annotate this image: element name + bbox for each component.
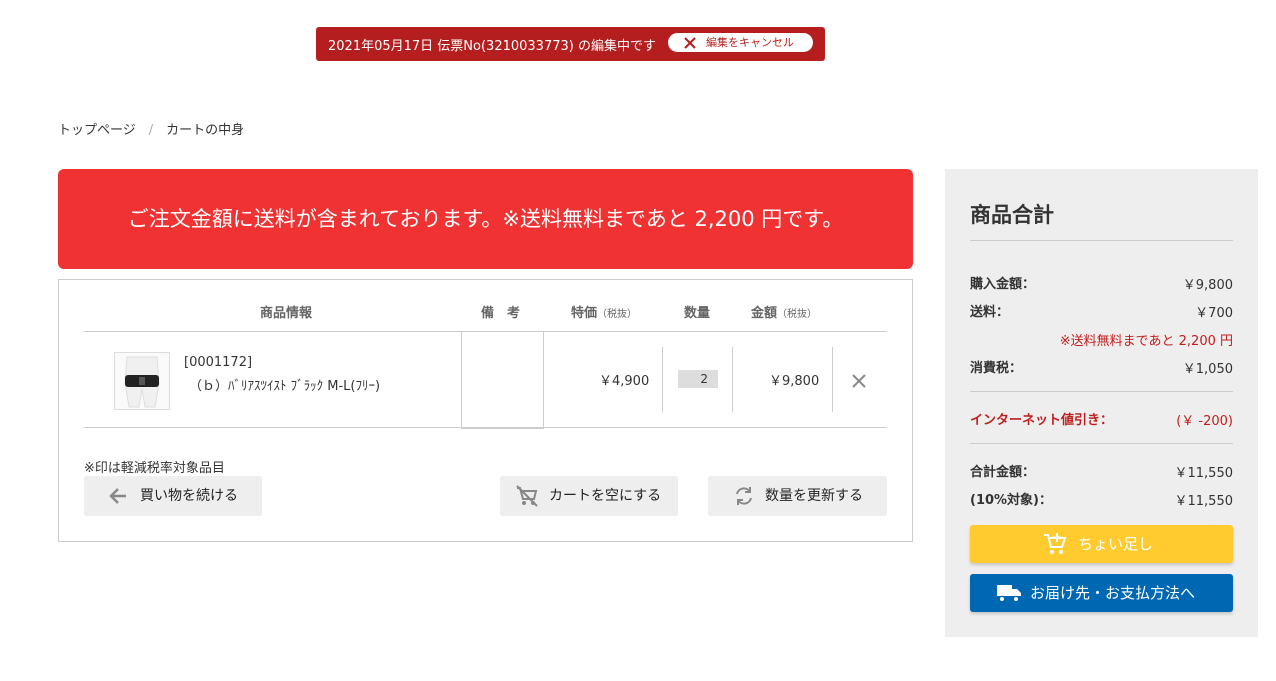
purchase-amount-value: ￥9,800 <box>1182 278 1233 293</box>
column-quantity: 数量 <box>684 306 711 321</box>
breadcrumb-top-page-link[interactable]: トップページ <box>58 123 136 138</box>
empty-cart-label: カートを空にする <box>549 488 662 504</box>
remarks-cell <box>461 332 544 429</box>
close-icon <box>684 37 696 49</box>
summary-divider <box>970 240 1233 241</box>
column-amount-label: 金額 <box>751 306 778 321</box>
column-divider <box>732 347 733 412</box>
internet-discount-label: インターネット値引き： <box>970 413 1114 428</box>
update-quantity-label: 数量を更新する <box>765 488 863 504</box>
cart-table-panel: 商品情報 備 考 特価（税抜） 数量 金額（税抜） [0001172] （ｂ）ﾊ… <box>58 279 913 542</box>
internet-discount-value: (￥ -200) <box>1176 414 1233 429</box>
consumption-tax-value: ￥1,050 <box>1182 362 1233 377</box>
column-amount-note: （税抜） <box>777 309 818 320</box>
breadcrumb: トップページ / カートの中身 <box>58 119 244 138</box>
product-name[interactable]: （ｂ）ﾊﾞﾘｱｽﾂｲｽﾄ ﾌﾞﾗｯｸ M-L(ﾌﾘｰ) <box>189 375 380 394</box>
editing-order-banner: 2021年05月17日 伝票No(3210033773) の編集中です 編集をキ… <box>316 27 825 61</box>
continue-shopping-button[interactable]: 買い物を続ける <box>84 476 262 516</box>
column-special-price: 特価（税抜） <box>571 302 637 321</box>
summary-divider <box>970 443 1233 444</box>
waist-belt-product-photo[interactable] <box>114 352 170 410</box>
update-quantity-button[interactable]: 数量を更新する <box>708 476 887 516</box>
column-remarks: 備 考 <box>481 306 521 321</box>
amount-value: ￥9,800 <box>769 374 820 389</box>
special-price-value: ￥4,900 <box>599 374 650 389</box>
taxable-10-value: ￥11,550 <box>1174 494 1234 509</box>
delivery-truck-icon <box>997 585 1021 603</box>
editing-order-text: 2021年05月17日 伝票No(3210033773) の編集中です <box>328 39 656 54</box>
total-amount-label: 合計金額： <box>970 465 1036 480</box>
close-icon <box>852 374 866 388</box>
order-summary-panel: 商品合計 購入金額： ￥9,800 送料： ￥700 ※送料無料まであと 2,2… <box>945 169 1258 637</box>
cart-remove-icon <box>516 485 538 507</box>
cancel-edit-label: 編集をキャンセル <box>706 36 794 49</box>
shipping-notice-banner: ご注文金額に送料が含まれております。※送料無料まであと 2,200 円です。 <box>58 169 913 269</box>
add-more-label: ちょい足し <box>1078 535 1154 553</box>
column-product-info: 商品情報 <box>260 306 313 321</box>
empty-cart-button[interactable]: カートを空にする <box>500 476 678 516</box>
summary-title: 商品合計 <box>970 203 1054 227</box>
column-amount: 金額（税抜） <box>751 302 817 321</box>
taxable-10-label: (10%対象)： <box>970 493 1052 508</box>
arrow-left-icon <box>109 488 126 504</box>
summary-divider <box>970 391 1233 392</box>
free-shipping-note: ※送料無料まであと 2,200 円 <box>1059 334 1233 349</box>
proceed-to-checkout-button[interactable]: お届け先・お支払方法へ <box>970 574 1233 612</box>
total-amount-value: ￥11,550 <box>1174 466 1234 481</box>
reduced-tax-note: ※印は軽減税率対象品目 <box>84 461 225 476</box>
shipping-value: ￥700 <box>1195 306 1233 321</box>
consumption-tax-label: 消費税： <box>970 361 1023 376</box>
row-divider <box>84 427 887 428</box>
continue-shopping-label: 買い物を続ける <box>140 488 238 504</box>
column-divider <box>832 347 833 412</box>
product-code: [0001172] <box>184 355 253 370</box>
refresh-icon <box>736 487 752 505</box>
breadcrumb-current: カートの中身 <box>166 123 245 138</box>
column-special-price-label: 特価 <box>571 306 598 321</box>
column-divider <box>662 347 663 412</box>
add-more-button[interactable]: ちょい足し <box>970 525 1233 563</box>
cart-add-icon <box>1044 533 1067 554</box>
proceed-to-checkout-label: お届け先・お支払方法へ <box>1030 584 1196 602</box>
cancel-edit-button[interactable]: 編集をキャンセル <box>668 33 813 52</box>
purchase-amount-label: 購入金額： <box>970 277 1036 292</box>
remove-item-button[interactable] <box>851 373 867 389</box>
column-special-price-note: （税抜） <box>597 309 638 320</box>
shipping-label: 送料： <box>970 305 1010 320</box>
quantity-input[interactable] <box>678 370 718 388</box>
breadcrumb-separator: / <box>148 123 154 138</box>
